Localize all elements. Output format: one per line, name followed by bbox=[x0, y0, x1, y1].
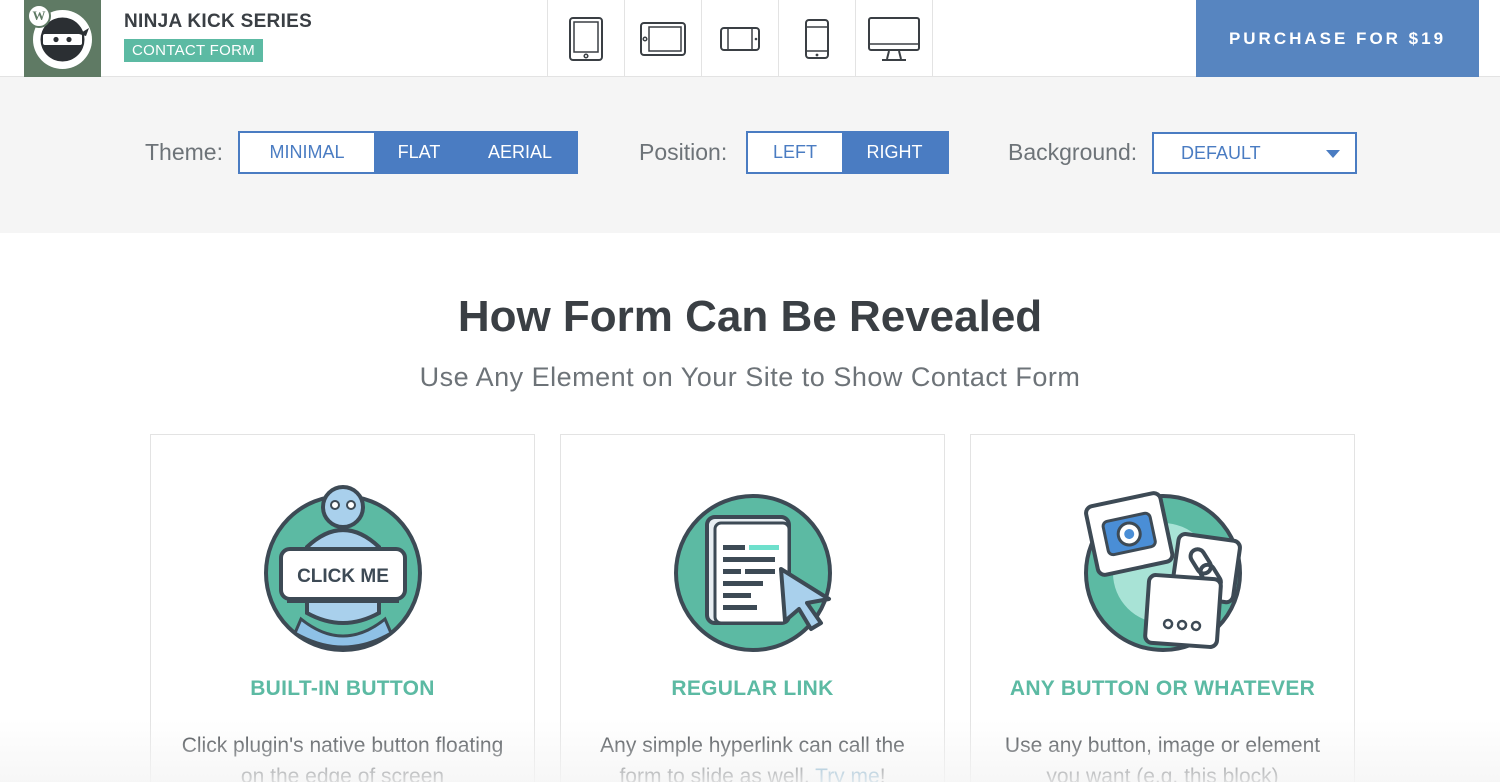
position-label: Position: bbox=[639, 139, 728, 165]
try-me-link[interactable]: Try me bbox=[815, 765, 880, 782]
card-regular-link[interactable]: REGULAR LINK Any simple hyperlink can ca… bbox=[560, 434, 945, 782]
phone-portrait-icon bbox=[805, 18, 829, 59]
position-right-option[interactable]: RIGHT bbox=[842, 133, 947, 172]
background-select[interactable]: DEFAULT bbox=[1152, 132, 1357, 174]
wordpress-icon: W bbox=[27, 4, 51, 28]
top-header: W NINJA KICK SERIES CONTACT FORM PURCHAS… bbox=[0, 0, 1500, 77]
position-selector: LEFT RIGHT bbox=[746, 131, 949, 174]
chevron-down-icon bbox=[1326, 150, 1340, 158]
card-any-button[interactable]: ANY BUTTON OR WHATEVER Use any button, i… bbox=[970, 434, 1355, 782]
card-description: Use any button, image or element you wan… bbox=[1004, 734, 1321, 782]
theme-selector: MINIMAL FLAT AERIAL bbox=[238, 131, 578, 174]
device-desktop[interactable] bbox=[856, 0, 933, 77]
device-tablet-landscape[interactable] bbox=[625, 0, 702, 77]
purchase-button[interactable]: PURCHASE FOR $19 bbox=[1196, 0, 1479, 77]
background-select-value: DEFAULT bbox=[1181, 142, 1261, 163]
position-left-option[interactable]: LEFT bbox=[748, 133, 842, 172]
logo[interactable]: W bbox=[24, 0, 101, 77]
click-me-button-icon: CLICK ME bbox=[261, 483, 425, 659]
card-description: Any simple hyperlink can call the form t… bbox=[591, 730, 914, 782]
theme-label: Theme: bbox=[145, 139, 223, 165]
desktop-icon bbox=[868, 16, 920, 61]
card-built-in-button[interactable]: CLICK ME BUILT-IN BUTTON Click plugin's … bbox=[150, 434, 535, 782]
phone-landscape-icon bbox=[720, 26, 760, 51]
tablet-portrait-icon bbox=[569, 16, 603, 61]
brand: NINJA KICK SERIES CONTACT FORM bbox=[124, 11, 312, 62]
theme-flat-option[interactable]: FLAT bbox=[374, 133, 464, 172]
card-title: ANY BUTTON OR WHATEVER bbox=[1009, 677, 1316, 700]
background-label: Background: bbox=[1008, 139, 1138, 165]
brand-title: NINJA KICK SERIES bbox=[124, 11, 313, 32]
camera-link-dots-icon bbox=[1081, 483, 1245, 659]
tablet-landscape-icon bbox=[640, 21, 686, 56]
card-description: Click plugin's native button floating on… bbox=[181, 734, 504, 782]
brand-badge: CONTACT FORM bbox=[124, 39, 264, 62]
theme-aerial-option[interactable]: AERIAL bbox=[464, 133, 576, 172]
page-subtitle: Use Any Element on Your Site to Show Con… bbox=[419, 362, 1081, 392]
device-phone-landscape[interactable] bbox=[702, 0, 779, 77]
card-title: BUILT-IN BUTTON bbox=[250, 677, 435, 700]
device-phone-portrait[interactable] bbox=[779, 0, 856, 77]
card-title: REGULAR LINK bbox=[671, 677, 834, 700]
theme-minimal-option[interactable]: MINIMAL bbox=[240, 133, 374, 172]
page-title: How Form Can Be Revealed bbox=[457, 292, 1043, 341]
click-me-label: CLICK ME bbox=[297, 566, 389, 587]
options-bar: Theme: MINIMAL FLAT AERIAL Position: LEF… bbox=[0, 77, 1500, 233]
device-switcher bbox=[547, 0, 933, 77]
device-tablet-portrait[interactable] bbox=[548, 0, 625, 77]
document-cursor-icon bbox=[671, 483, 835, 659]
